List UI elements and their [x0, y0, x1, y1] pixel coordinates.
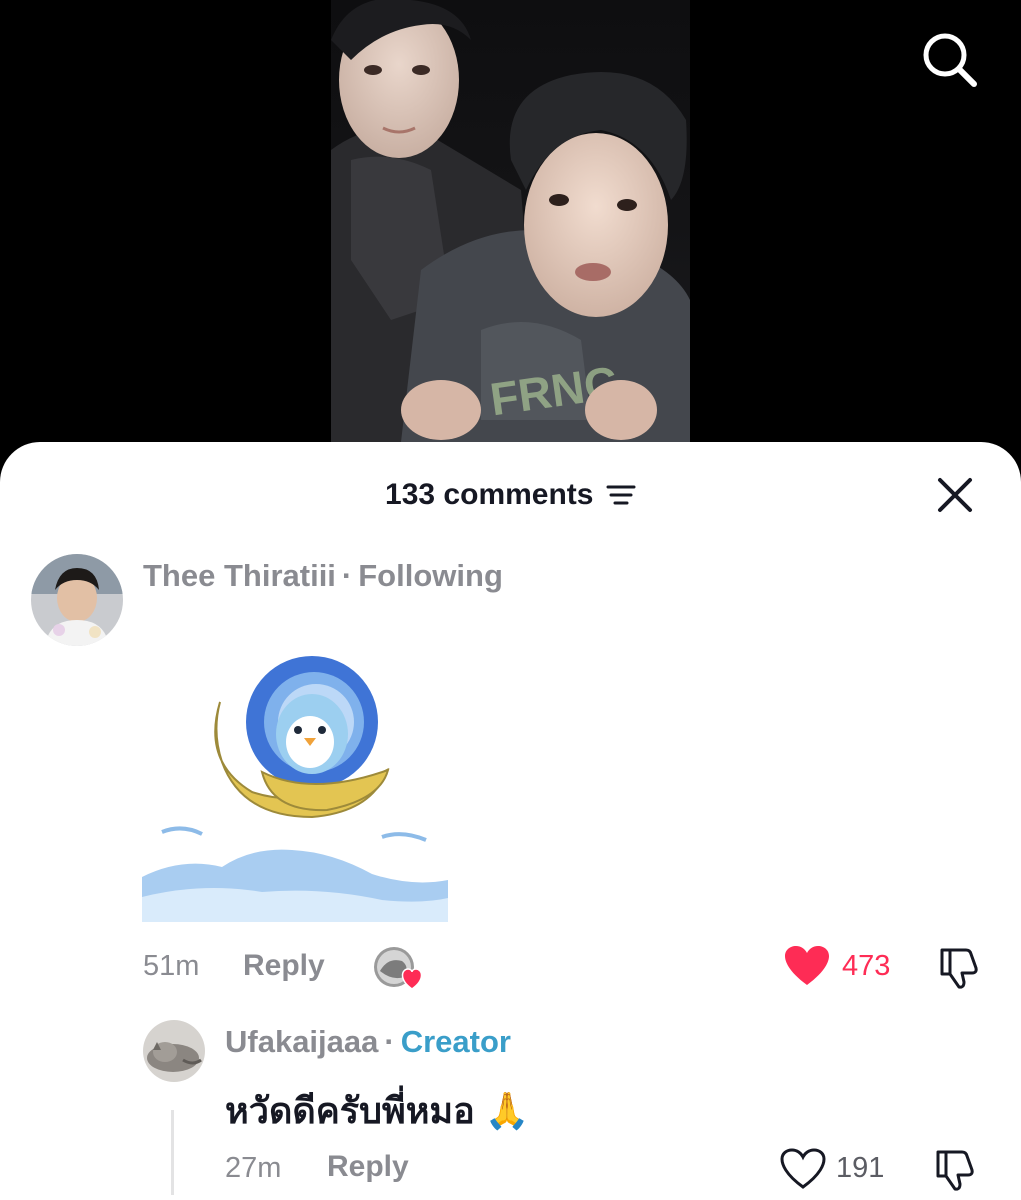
- like-heart-icon[interactable]: [784, 945, 830, 987]
- avatar[interactable]: [143, 1020, 205, 1082]
- comment-sticker[interactable]: [142, 642, 448, 924]
- reply-time: 27m: [225, 1152, 282, 1184]
- thread-line: [171, 1110, 174, 1195]
- comments-sheet: 133 comments Thee Thiratiii·Following: [0, 442, 1021, 1200]
- video-thumbnail: FRNC: [331, 0, 690, 442]
- dislike-thumb-icon[interactable]: [936, 944, 982, 990]
- comments-header: 133 comments: [0, 472, 1021, 522]
- comment-time: 51m: [143, 950, 200, 982]
- reply-author-name[interactable]: Ufakaijaaa: [225, 1024, 378, 1059]
- reply-button[interactable]: Reply: [327, 1150, 409, 1184]
- avatar[interactable]: [31, 554, 123, 646]
- following-label: Following: [358, 558, 503, 593]
- reply-text: หวัดดีครับพี่หมอ 🙏: [225, 1090, 530, 1131]
- video-area[interactable]: FRNC: [0, 0, 1021, 470]
- separator-dot: ·: [341, 558, 353, 593]
- comment-author-line: Thee Thiratiii · Following: [143, 558, 503, 594]
- close-icon: [938, 478, 972, 512]
- like-heart-outline-icon[interactable]: [780, 1148, 826, 1190]
- comment-author-name[interactable]: Thee Thiratiii: [143, 558, 336, 593]
- reply-author-line: Ufakaijaaa · Creator: [225, 1024, 511, 1060]
- close-button[interactable]: [934, 474, 976, 516]
- reply-like-count: 191: [836, 1152, 885, 1184]
- creator-liked-badge: [374, 945, 426, 991]
- comments-count: 133 comments: [385, 478, 594, 511]
- penguin-sticker-image: [142, 656, 448, 922]
- search-icon: [923, 33, 977, 87]
- reply-button[interactable]: Reply: [243, 949, 325, 983]
- dislike-thumb-icon[interactable]: [932, 1146, 978, 1192]
- creator-badge: Creator: [400, 1024, 511, 1059]
- sort-lines-icon[interactable]: [606, 483, 636, 507]
- separator-dot: ·: [384, 1024, 395, 1059]
- search-button[interactable]: [918, 28, 980, 90]
- like-count: 473: [842, 950, 891, 982]
- video-frame[interactable]: FRNC: [331, 0, 690, 442]
